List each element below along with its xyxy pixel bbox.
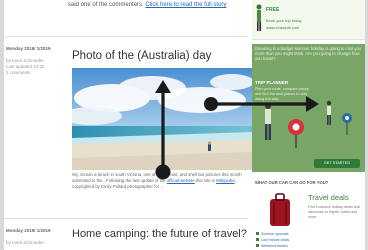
top-snippet-text: said one of the commenters.	[68, 2, 146, 8]
ad-url: www.example.com	[266, 25, 300, 30]
feature-link[interactable]: Weekend breaks	[256, 244, 362, 250]
article-divider	[4, 36, 248, 37]
article-meta-line: 2 comments	[6, 70, 31, 75]
sidebar-ad[interactable]: FREE Book your trip today www.example.co…	[252, 0, 365, 40]
figure-icon	[326, 100, 332, 125]
caption-link-website[interactable]: official website	[167, 178, 195, 183]
article-headline[interactable]: Photo of the (Australia) day	[72, 50, 211, 63]
article-meta: Monday 2019/ 1/2019 by Lena Schroeder La…	[6, 46, 62, 76]
bullet-icon	[256, 238, 259, 241]
photo-caption: Wy, Ocean a beach in south Victoria, one…	[72, 172, 248, 190]
trip-planner-panel: Breaking in a budget summer holiday is g…	[252, 44, 365, 172]
top-snippet: said one of the commenters. Click here t…	[68, 2, 244, 9]
feature-title[interactable]: Travel deals	[308, 193, 349, 202]
travel-feature: WHAT OUR CAR CAN DO FOR YOU? Travel deal…	[252, 176, 365, 250]
beach-photo	[72, 68, 252, 170]
caption-link-wikipedia[interactable]: Wikipedia	[216, 178, 235, 183]
trip-illustration	[265, 100, 352, 148]
bullet-icon	[256, 232, 259, 235]
suitcase-icon	[270, 193, 290, 226]
ad-brand: FREE	[266, 7, 280, 13]
sidebar: FREE Book your trip today www.example.co…	[252, 0, 365, 250]
article-photo[interactable]	[72, 68, 252, 170]
feature-heading: WHAT OUR CAR CAN DO FOR YOU?	[255, 180, 329, 185]
feature-link-label: Summer specials	[261, 232, 289, 236]
article-date: Monday 2019/ 1/2019	[6, 228, 51, 233]
main-column: said one of the commenters. Click here t…	[4, 0, 252, 250]
top-snippet-link[interactable]: Click here to read the full story	[145, 2, 226, 8]
bullet-icon	[256, 244, 259, 247]
article-meta: Monday 2019/ 1/2019 by Lena Schroeder	[6, 228, 62, 246]
get-started-button[interactable]: GET STARTED	[314, 159, 360, 168]
article-meta-line: by Lena Schroeder	[6, 240, 45, 245]
article-headline[interactable]: Home camping: the future of travel?	[72, 228, 248, 241]
feature-thumbnail[interactable]	[257, 192, 302, 228]
ad-text: Book your trip today	[266, 18, 302, 23]
page: said one of the commenters. Click here t…	[0, 0, 368, 250]
feature-link-label: Weekend breaks	[261, 244, 288, 248]
marker-icon	[288, 119, 304, 148]
article-divider	[4, 218, 248, 219]
figure-icon	[256, 4, 262, 31]
feature-link-label: Last minute deals	[261, 238, 290, 242]
pin-icon	[342, 113, 352, 135]
figure-icon	[265, 103, 271, 140]
feature-text: Find exclusive holiday deals and discoun…	[308, 205, 360, 219]
caption-text-mid: this site is	[194, 178, 216, 183]
article-date: Monday 2019/ 1/2019	[6, 46, 51, 51]
